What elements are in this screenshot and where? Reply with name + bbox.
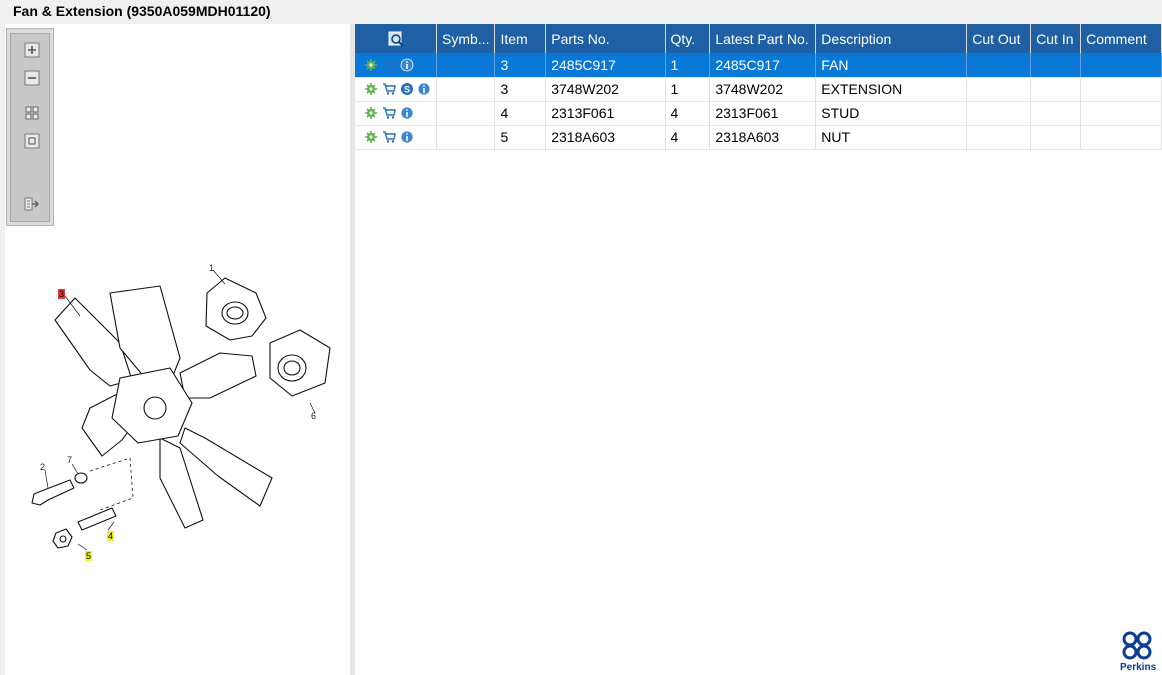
callout-5[interactable]: 5 bbox=[85, 551, 93, 561]
callout-2[interactable]: 2 bbox=[40, 462, 45, 472]
column-header-latest-part-no[interactable]: Latest Part No. bbox=[709, 24, 817, 53]
cell-cut-in bbox=[1030, 77, 1082, 102]
cell-comment bbox=[1080, 77, 1162, 102]
callout-6[interactable]: 6 bbox=[311, 411, 316, 421]
cell-cut-in bbox=[1030, 53, 1082, 78]
zoom-out-icon[interactable] bbox=[24, 70, 40, 86]
cell-item: 3 bbox=[494, 77, 547, 102]
callout-7[interactable]: 7 bbox=[67, 455, 72, 465]
gear-icon[interactable] bbox=[364, 58, 378, 72]
cell-comment bbox=[1080, 101, 1162, 126]
cell-latest-part-no: 2318A603 bbox=[709, 125, 817, 150]
column-header-comment[interactable]: Comment bbox=[1080, 24, 1162, 53]
cell-cut-in bbox=[1030, 125, 1082, 150]
cell-cut-out bbox=[966, 53, 1032, 78]
cell-latest-part-no: 2485C917 bbox=[709, 53, 817, 78]
callout-3[interactable]: 3 bbox=[58, 289, 66, 299]
row-action-icons: S bbox=[355, 77, 437, 102]
cell-qty: 4 bbox=[665, 101, 711, 126]
cell-parts-no: 2318A603 bbox=[545, 125, 666, 150]
cell-description: EXTENSION bbox=[815, 77, 968, 102]
exploded-parts-diagram[interactable] bbox=[20, 258, 340, 578]
supersession-icon[interactable]: S bbox=[400, 82, 414, 96]
shopping-cart-icon[interactable] bbox=[381, 106, 397, 120]
table-header-row: Symb... Item Parts No. Qty. Latest Part … bbox=[355, 24, 1162, 53]
callout-1[interactable]: 1 bbox=[209, 263, 214, 273]
fit-all-icon[interactable] bbox=[24, 105, 40, 121]
bolt-part bbox=[31, 479, 75, 506]
cell-item: 3 bbox=[494, 53, 547, 78]
shopping-cart-icon[interactable] bbox=[381, 82, 397, 96]
cell-parts-no: 3748W202 bbox=[545, 77, 666, 102]
gear-icon[interactable] bbox=[364, 130, 378, 144]
cell-item: 5 bbox=[494, 125, 547, 150]
cell-cut-out bbox=[966, 125, 1032, 150]
cell-cut-out bbox=[966, 101, 1032, 126]
gear-icon[interactable] bbox=[364, 106, 378, 120]
cell-parts-no: 2313F061 bbox=[545, 101, 666, 126]
diagram-toolbar bbox=[6, 28, 54, 226]
row-action-icons bbox=[355, 53, 437, 78]
callout-4[interactable]: 4 bbox=[107, 531, 115, 541]
fan-blade bbox=[179, 352, 257, 399]
window-title: Fan & Extension (9350A059MDH01120) bbox=[0, 0, 1162, 23]
export-icon[interactable] bbox=[24, 196, 40, 212]
cell-symbol bbox=[436, 101, 496, 126]
info-icon[interactable] bbox=[400, 58, 414, 72]
cell-cut-in bbox=[1030, 101, 1082, 126]
zoom-in-icon[interactable] bbox=[24, 42, 40, 58]
cell-symbol bbox=[436, 125, 496, 150]
cell-item: 4 bbox=[494, 101, 547, 126]
cell-description: FAN bbox=[815, 53, 968, 78]
parts-list-pane: Symb... Item Parts No. Qty. Latest Part … bbox=[355, 24, 1162, 675]
search-parts-icon[interactable] bbox=[388, 31, 404, 47]
column-header-parts-no[interactable]: Parts No. bbox=[545, 24, 666, 53]
perkins-wordmark: Perkins bbox=[1120, 662, 1157, 673]
table-row[interactable]: 4 2313F061 4 2313F061 STUD bbox=[355, 101, 1162, 126]
cell-qty: 1 bbox=[665, 77, 711, 102]
cell-latest-part-no: 3748W202 bbox=[709, 77, 817, 102]
row-action-icons bbox=[355, 125, 437, 150]
cell-qty: 1 bbox=[665, 53, 711, 78]
gear-icon[interactable] bbox=[364, 82, 378, 96]
column-header-cut-in[interactable]: Cut In bbox=[1030, 24, 1082, 53]
table-row[interactable]: 5 2318A603 4 2318A603 NUT bbox=[355, 125, 1162, 150]
column-header-description[interactable]: Description bbox=[815, 24, 968, 53]
cell-comment bbox=[1080, 125, 1162, 150]
column-header-actions[interactable] bbox=[355, 24, 437, 53]
column-header-cut-out[interactable]: Cut Out bbox=[966, 24, 1032, 53]
column-header-qty[interactable]: Qty. bbox=[665, 24, 711, 53]
parts-table: Symb... Item Parts No. Qty. Latest Part … bbox=[355, 24, 1162, 150]
toolbar-panel bbox=[10, 33, 50, 222]
info-icon[interactable] bbox=[400, 106, 414, 120]
cell-comment bbox=[1080, 53, 1162, 78]
actual-size-icon[interactable] bbox=[24, 133, 40, 149]
cell-symbol bbox=[436, 77, 496, 102]
cell-parts-no: 2485C917 bbox=[545, 53, 666, 78]
shopping-cart-icon[interactable] bbox=[381, 130, 397, 144]
cell-qty: 4 bbox=[665, 125, 711, 150]
cell-description: STUD bbox=[815, 101, 968, 126]
cell-description: NUT bbox=[815, 125, 968, 150]
table-row[interactable]: S 3 3748W202 1 3748W202 EXTENSION bbox=[355, 77, 1162, 102]
column-header-item[interactable]: Item bbox=[494, 24, 547, 53]
cell-symbol bbox=[436, 53, 496, 78]
info-icon[interactable] bbox=[417, 82, 431, 96]
cell-latest-part-no: 2313F061 bbox=[709, 101, 817, 126]
row-action-icons bbox=[355, 101, 437, 126]
info-icon[interactable] bbox=[400, 130, 414, 144]
cell-cut-out bbox=[966, 77, 1032, 102]
svg-text:S: S bbox=[404, 85, 410, 95]
column-header-symbol[interactable]: Symb... bbox=[436, 24, 496, 53]
shopping-cart-icon[interactable] bbox=[381, 58, 397, 72]
table-row[interactable]: 3 2485C917 1 2485C917 FAN bbox=[355, 53, 1162, 78]
